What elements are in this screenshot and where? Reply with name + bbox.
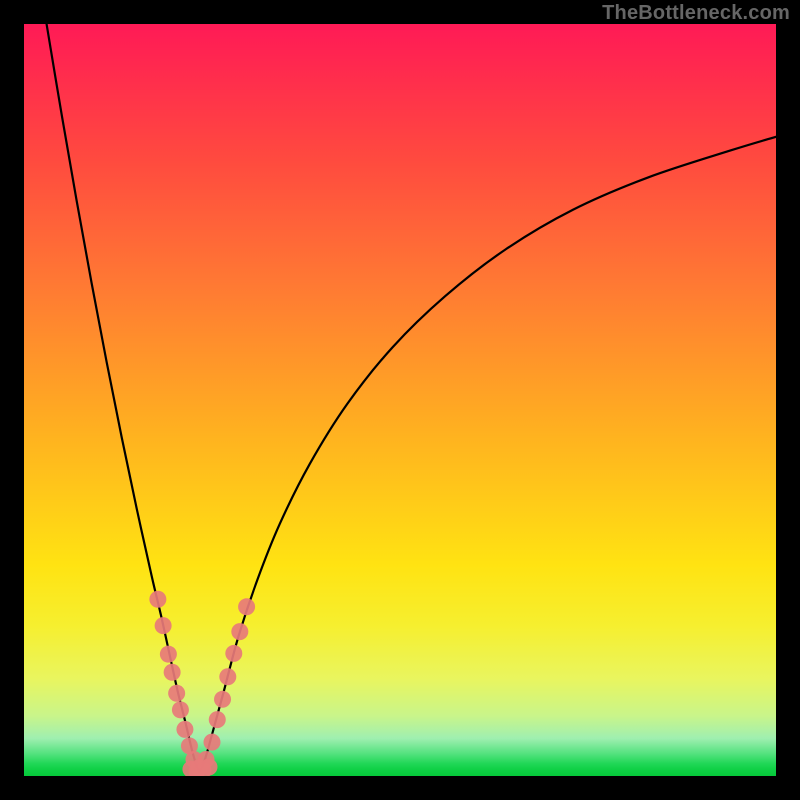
data-point: [219, 668, 236, 685]
data-point: [155, 617, 172, 634]
data-point: [160, 646, 177, 663]
data-point: [209, 711, 226, 728]
data-point: [172, 701, 189, 718]
chart-frame: TheBottleneck.com: [0, 0, 800, 800]
data-point: [200, 758, 217, 775]
plot-area: [24, 24, 776, 776]
data-point: [225, 645, 242, 662]
marker-layer: [149, 591, 255, 776]
watermark-text: TheBottleneck.com: [602, 2, 790, 25]
data-point: [149, 591, 166, 608]
data-point: [168, 685, 185, 702]
data-point: [231, 623, 248, 640]
data-point: [214, 691, 231, 708]
curve-right-branch: [199, 137, 776, 772]
curve-left-branch: [47, 24, 200, 772]
curve-layer: [24, 24, 776, 776]
data-point: [164, 664, 181, 681]
data-point: [176, 721, 193, 738]
data-point: [238, 598, 255, 615]
bottleneck-curve: [47, 24, 776, 772]
data-point: [204, 734, 221, 751]
